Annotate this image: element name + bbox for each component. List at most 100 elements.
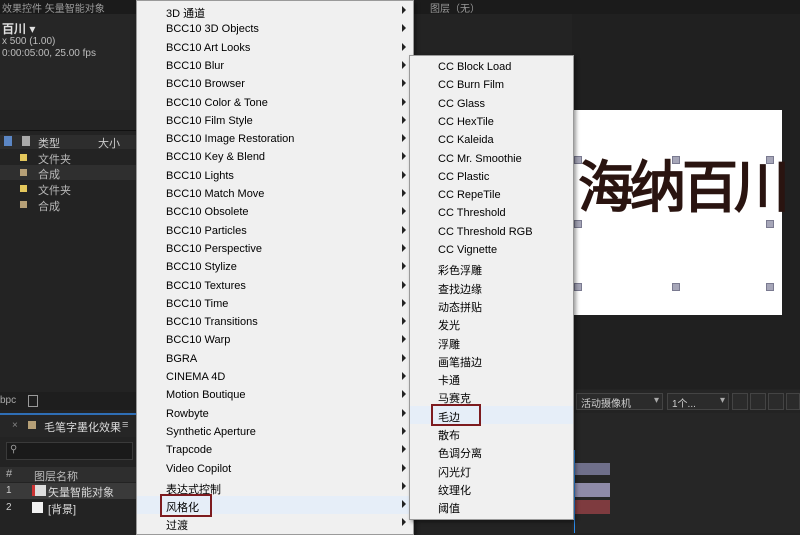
menu-item[interactable]: Motion Boutique <box>137 386 413 404</box>
menu-item[interactable]: BCC10 Particles <box>137 222 413 240</box>
toggle-view-icon[interactable] <box>732 393 748 410</box>
menu-item[interactable]: CC Block Load <box>410 58 573 76</box>
menu-item[interactable]: BCC10 Transitions <box>137 313 413 331</box>
col-type[interactable]: 类型 <box>38 135 60 151</box>
project-item[interactable]: 合成 <box>0 197 140 213</box>
menu-item[interactable]: BCC10 Stylize <box>137 258 413 276</box>
transform-handle[interactable] <box>574 156 582 164</box>
menu-item[interactable]: CC Mr. Smoothie <box>410 150 573 168</box>
menu-item[interactable]: BCC10 Key & Blend <box>137 148 413 166</box>
menu-item[interactable]: Trapcode <box>137 441 413 459</box>
layer-bar[interactable] <box>572 500 610 514</box>
menu-item-label: Motion Boutique <box>166 389 246 402</box>
menu-item[interactable]: Rowbyte <box>137 405 413 423</box>
menu-item[interactable]: BCC10 Obsolete <box>137 203 413 221</box>
menu-item[interactable]: BCC10 Textures <box>137 277 413 295</box>
menu-item[interactable]: CC HexTile <box>410 113 573 131</box>
layer-row[interactable]: 2 [背景] <box>0 500 140 516</box>
show-channel-icon[interactable] <box>786 393 800 410</box>
menu-item[interactable]: 彩色浮雕 <box>410 259 573 277</box>
menu-item[interactable]: CC Burn Film <box>410 76 573 94</box>
timeline-tab[interactable]: × 毛笔字墨化效果 ≡ <box>0 413 140 437</box>
menu-item[interactable]: 马赛克 <box>410 387 573 405</box>
transform-handle[interactable] <box>574 220 582 228</box>
menu-item[interactable]: CC RepeTile <box>410 186 573 204</box>
menu-item[interactable]: 3D 通道 <box>137 2 413 20</box>
menu-item[interactable]: 色调分离 <box>410 442 573 460</box>
menu-item[interactable]: BCC10 Film Style <box>137 112 413 130</box>
transform-handle[interactable] <box>672 283 680 291</box>
submenu-arrow-icon <box>402 97 406 106</box>
menu-item-label: Rowbyte <box>166 407 209 420</box>
transform-handle[interactable] <box>766 220 774 228</box>
menu-item[interactable]: BCC10 Warp <box>137 331 413 349</box>
menu-item[interactable]: 阈值 <box>410 497 573 515</box>
menu-item-label: BCC10 Obsolete <box>166 206 249 219</box>
menu-item[interactable]: BCC10 Browser <box>137 75 413 93</box>
panel-menu-icon[interactable]: ≡ <box>122 419 128 431</box>
menu-item[interactable]: BGRA <box>137 350 413 368</box>
layer-panel-tab[interactable]: 图层（无） <box>430 0 480 15</box>
menu-item[interactable]: BCC10 Match Move <box>137 185 413 203</box>
transform-handle[interactable] <box>672 156 680 164</box>
menu-item-label: BCC10 Match Move <box>166 188 265 200</box>
menu-item[interactable]: 画笔描边 <box>410 351 573 369</box>
menu-item[interactable]: BCC10 3D Objects <box>137 20 413 38</box>
menu-item[interactable]: CINEMA 4D <box>137 368 413 386</box>
menu-item[interactable]: CC Kaleida <box>410 131 573 149</box>
transform-handle[interactable] <box>766 283 774 291</box>
project-item[interactable]: 文件夹 <box>0 181 140 197</box>
project-item[interactable]: 合成 <box>0 165 140 181</box>
close-icon[interactable]: × <box>12 420 18 431</box>
layer-bar[interactable] <box>572 463 610 475</box>
effect-controls-tab[interactable]: 效果控件 矢量智能对象 <box>2 0 105 15</box>
composition-name[interactable]: 百川 ▾ <box>2 20 35 37</box>
menu-item[interactable]: CC Threshold RGB <box>410 223 573 241</box>
menu-item[interactable]: BCC10 Lights <box>137 167 413 185</box>
menu-item[interactable]: CC Threshold <box>410 204 573 222</box>
menu-item[interactable]: 动态拼贴 <box>410 296 573 314</box>
transform-handle[interactable] <box>574 283 582 291</box>
transform-handle[interactable] <box>766 156 774 164</box>
current-time-indicator[interactable] <box>574 450 575 533</box>
menu-item[interactable]: 过渡 <box>137 514 413 532</box>
folder-color-swatch <box>20 185 27 192</box>
layer-row[interactable]: 1 矢量智能对象 <box>0 483 140 499</box>
project-item[interactable]: 文件夹 <box>0 150 140 166</box>
layer-search-input[interactable]: ⚲ <box>6 442 133 460</box>
menu-item[interactable]: 查找边缘 <box>410 278 573 296</box>
menu-item[interactable]: 浮雕 <box>410 333 573 351</box>
menu-item[interactable]: 发光 <box>410 314 573 332</box>
menu-item[interactable]: Synthetic Aperture <box>137 423 413 441</box>
effect-category-menu: 3D 通道 BCC10 3D Objects BCC10 Art Looks BCC1… <box>136 0 414 535</box>
menu-item[interactable]: BCC10 Art Looks <box>137 39 413 57</box>
menu-item-label: BGRA <box>166 352 198 365</box>
layer-bar[interactable] <box>572 483 610 497</box>
col-size[interactable]: 大小 <box>98 135 120 151</box>
menu-item-label: BCC10 Stylize <box>166 261 237 274</box>
menu-item[interactable]: BCC10 Time <box>137 295 413 313</box>
snapshot-icon[interactable] <box>768 393 784 410</box>
menu-item[interactable]: BCC10 Blur <box>137 57 413 75</box>
trash-icon[interactable] <box>28 395 38 407</box>
stylize-submenu: CC Block Load CC Burn Film CC Glass CC HexT… <box>409 55 574 520</box>
menu-item-label: 过渡 <box>166 520 188 533</box>
menu-item[interactable]: 闪光灯 <box>410 461 573 479</box>
menu-item[interactable]: BCC10 Image Restoration <box>137 130 413 148</box>
menu-item[interactable]: 纹理化 <box>410 479 573 497</box>
menu-item[interactable]: CC Plastic <box>410 168 573 186</box>
menu-item[interactable]: Video Copilot <box>137 460 413 478</box>
composition-duration: 0:00:05:00, 25.00 fps <box>2 48 96 59</box>
menu-item[interactable]: 卡通 <box>410 369 573 387</box>
menu-item[interactable]: CC Vignette <box>410 241 573 259</box>
view-layout-select[interactable]: 1个... ▾ <box>667 393 729 410</box>
menu-item[interactable]: 散布 <box>410 424 573 442</box>
bit-depth-label[interactable]: bpc <box>0 395 16 406</box>
reset-exposure-icon[interactable] <box>750 393 766 410</box>
camera-select[interactable]: 活动摄像机 ▾ <box>576 393 663 410</box>
menu-item[interactable]: CC Glass <box>410 95 573 113</box>
col-layer-name[interactable]: 图层名称 <box>34 468 78 484</box>
menu-item[interactable]: BCC10 Perspective <box>137 240 413 258</box>
menu-item[interactable]: BCC10 Color & Tone <box>137 94 413 112</box>
menu-item-label: 画笔描边 <box>438 356 482 369</box>
